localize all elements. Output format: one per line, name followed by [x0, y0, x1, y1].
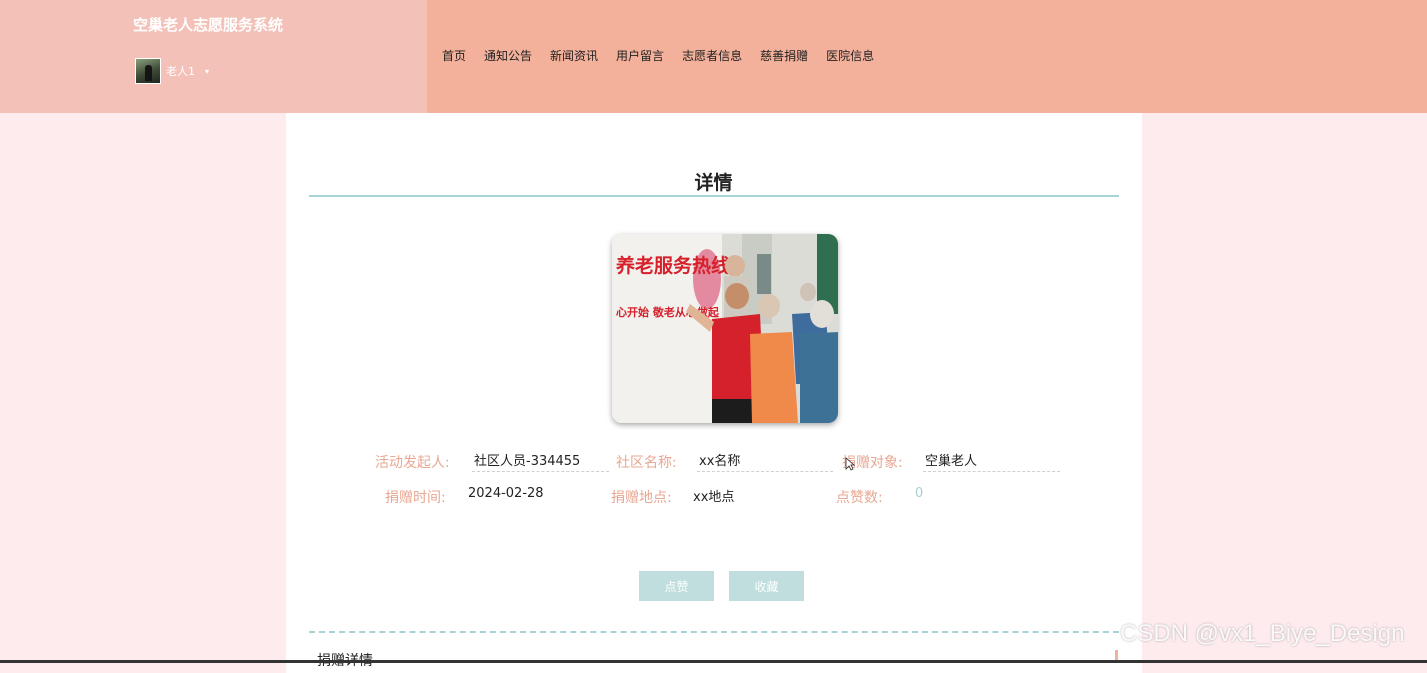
location-value: xx地点: [693, 490, 735, 505]
activity-photo: 养老服务热线 心开始 敬老从心做起: [612, 234, 838, 423]
community-value: xx名称: [699, 454, 741, 469]
site-title: 空巢老人志愿服务系统: [133, 16, 284, 34]
section-divider: [309, 631, 1119, 633]
like-button[interactable]: 点赞: [639, 571, 714, 601]
user-menu[interactable]: 老人1 ▾: [135, 58, 209, 84]
community-label: 社区名称:: [616, 455, 677, 471]
page-title: 详情: [694, 172, 733, 194]
initiator-value: 社区人员-334455: [474, 454, 581, 469]
target-underline: [923, 471, 1060, 472]
banner-text-1: 养老服务热线: [615, 254, 730, 277]
nav-donations[interactable]: 慈善捐赠: [760, 47, 808, 64]
user-name: 老人1: [166, 65, 195, 78]
location-label: 捐赠地点:: [611, 490, 672, 506]
chevron-down-icon: ▾: [205, 66, 210, 76]
favorite-button[interactable]: 收藏: [729, 571, 804, 601]
nav-notices[interactable]: 通知公告: [484, 47, 532, 64]
date-label: 捐赠时间:: [385, 490, 446, 506]
activity-photo-illustration: 养老服务热线 心开始 敬老从心做起: [612, 234, 838, 423]
nav-volunteers[interactable]: 志愿者信息: [682, 47, 742, 64]
title-divider: [309, 195, 1119, 197]
likes-label: 点赞数:: [836, 490, 883, 506]
mouse-cursor-icon: [845, 457, 855, 471]
initiator-label: 活动发起人:: [375, 455, 450, 471]
watermark: CSDN @vx1_Biye_Design: [1120, 620, 1405, 647]
nav-news[interactable]: 新闻资讯: [550, 47, 598, 64]
likes-count: 0: [915, 486, 924, 501]
initiator-underline: [472, 471, 609, 472]
avatar: [135, 58, 161, 84]
target-value: 空巢老人: [925, 454, 978, 469]
community-underline: [697, 471, 833, 472]
main-nav: 首页 通知公告 新闻资讯 用户留言 志愿者信息 慈善捐赠 医院信息: [442, 47, 892, 64]
nav-hospitals[interactable]: 医院信息: [826, 47, 874, 64]
date-value: 2024-02-28: [468, 486, 544, 501]
nav-home[interactable]: 首页: [442, 47, 466, 64]
nav-messages[interactable]: 用户留言: [616, 47, 664, 64]
